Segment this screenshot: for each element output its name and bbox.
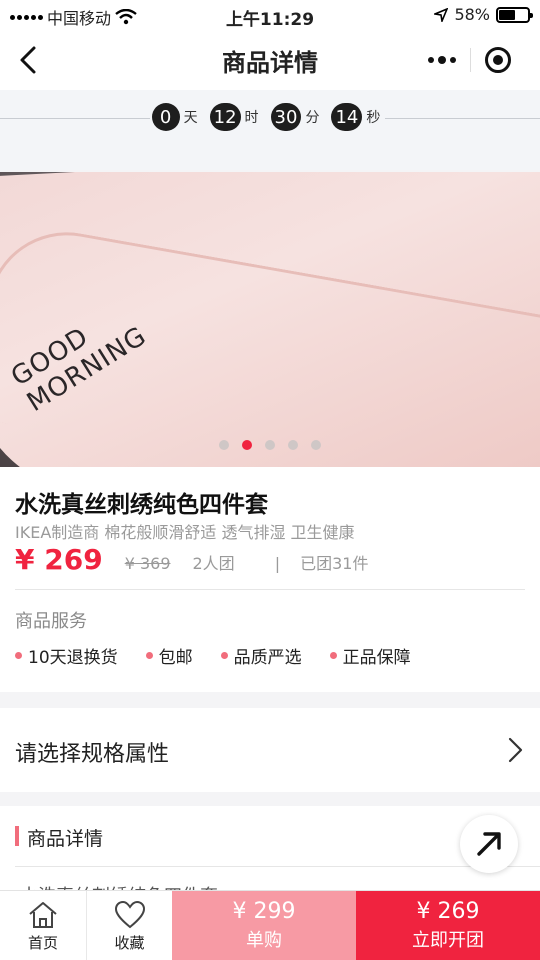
service-item: 10天退换货 <box>15 643 118 668</box>
nav-bar: 商品详情 <box>0 30 540 90</box>
original-price: ¥ 369 <box>124 554 171 573</box>
single-buy-button[interactable]: ¥ 299 单购 <box>172 891 356 960</box>
group-buy-price: ¥ 269 <box>416 899 480 924</box>
location-arrow-icon <box>434 7 449 22</box>
home-icon <box>29 901 57 928</box>
battery-icon <box>496 6 533 23</box>
countdown-seconds: 14 <box>331 103 363 131</box>
countdown-hours: 12 <box>209 103 241 131</box>
service-list: 10天退换货 包邮 品质严选 正品保障 <box>15 643 411 668</box>
favorite-tab-label: 收藏 <box>114 933 145 952</box>
share-arrow-icon <box>477 832 501 856</box>
service-item-label: 正品保障 <box>342 648 411 668</box>
start-group-button[interactable]: ¥ 269 立即开团 <box>356 891 540 960</box>
chevron-right-icon <box>508 737 523 763</box>
close-mini-program-button[interactable] <box>470 40 526 80</box>
bottom-action-bar: 首页 收藏 ¥ 299 单购 ¥ 269 立即开团 <box>0 890 540 960</box>
sold-count: 已团31件 <box>300 554 369 573</box>
product-name: 水洗真丝刺绣纯色四件套 <box>15 492 268 518</box>
target-close-icon <box>485 47 512 73</box>
group-countdown: 0 天 12 时 30 分 14 秒 <box>0 90 540 170</box>
carousel-dot[interactable] <box>311 440 321 450</box>
more-menu-button[interactable] <box>414 40 470 80</box>
divider <box>15 589 525 590</box>
status-bar: 中国移动 上午11:29 58% <box>0 0 540 30</box>
more-dot-icon <box>427 57 434 63</box>
home-tab-label: 首页 <box>27 933 58 952</box>
product-description: IKEA制造商 棉花般顺滑舒适 透气排湿 卫生健康 <box>15 523 355 542</box>
service-item-label: 包邮 <box>158 648 193 668</box>
detail-title: 商品详情 <box>27 828 104 850</box>
single-buy-label: 单购 <box>246 930 282 951</box>
bullet-dot-icon <box>329 652 337 659</box>
service-title: 商品服务 <box>15 611 87 632</box>
countdown-days: 0 <box>151 103 180 131</box>
service-item-label: 品质严选 <box>233 648 302 668</box>
service-item: 品质严选 <box>220 643 302 668</box>
bullet-dot-icon <box>15 652 22 659</box>
service-item: 包邮 <box>145 643 193 668</box>
home-tab[interactable]: 首页 <box>0 891 86 960</box>
countdown-days-unit: 天 <box>183 110 198 126</box>
spec-selector-label: 请选择规格属性 <box>15 742 170 767</box>
price-separator: | <box>274 554 281 573</box>
mini-program-capsule <box>414 40 526 80</box>
status-right: 58% <box>434 5 533 24</box>
carousel-dot[interactable] <box>265 440 275 450</box>
section-marker <box>15 826 19 846</box>
bullet-dot-icon <box>145 652 153 659</box>
carousel-dot[interactable] <box>288 440 298 450</box>
heart-icon <box>114 900 145 928</box>
service-item: 正品保障 <box>329 643 411 668</box>
countdown-hours-unit: 时 <box>244 110 259 126</box>
carousel-dot[interactable] <box>242 440 252 450</box>
share-button[interactable] <box>460 815 518 873</box>
more-dot-icon <box>437 56 446 64</box>
divider <box>15 866 540 867</box>
countdown-cells: 0 天 12 时 30 分 14 秒 <box>0 103 540 131</box>
carousel-indicator <box>0 440 540 450</box>
team-size: 2人团 <box>192 554 235 573</box>
group-price: ¥ 269 <box>15 543 103 576</box>
service-item-label: 10天退换货 <box>28 648 118 668</box>
single-buy-price: ¥ 299 <box>232 899 296 924</box>
countdown-minutes-unit: 分 <box>305 110 320 126</box>
price-row: ¥ 269 ¥ 369 2人团 | 已团31件 <box>15 543 525 579</box>
product-image-carousel[interactable]: GOOD MORNING <box>0 172 540 467</box>
countdown-minutes: 30 <box>270 103 302 131</box>
battery-percent: 58% <box>454 5 490 24</box>
bullet-dot-icon <box>220 652 228 659</box>
carousel-dot[interactable] <box>219 440 229 450</box>
group-buy-label: 立即开团 <box>412 930 484 951</box>
spec-selector[interactable]: 请选择规格属性 <box>0 708 540 792</box>
favorite-tab[interactable]: 收藏 <box>86 891 172 960</box>
more-dot-icon <box>449 57 456 63</box>
countdown-seconds-unit: 秒 <box>366 110 381 126</box>
product-info-card: 水洗真丝刺绣纯色四件套 IKEA制造商 棉花般顺滑舒适 透气排湿 卫生健康 ¥ … <box>0 467 540 692</box>
